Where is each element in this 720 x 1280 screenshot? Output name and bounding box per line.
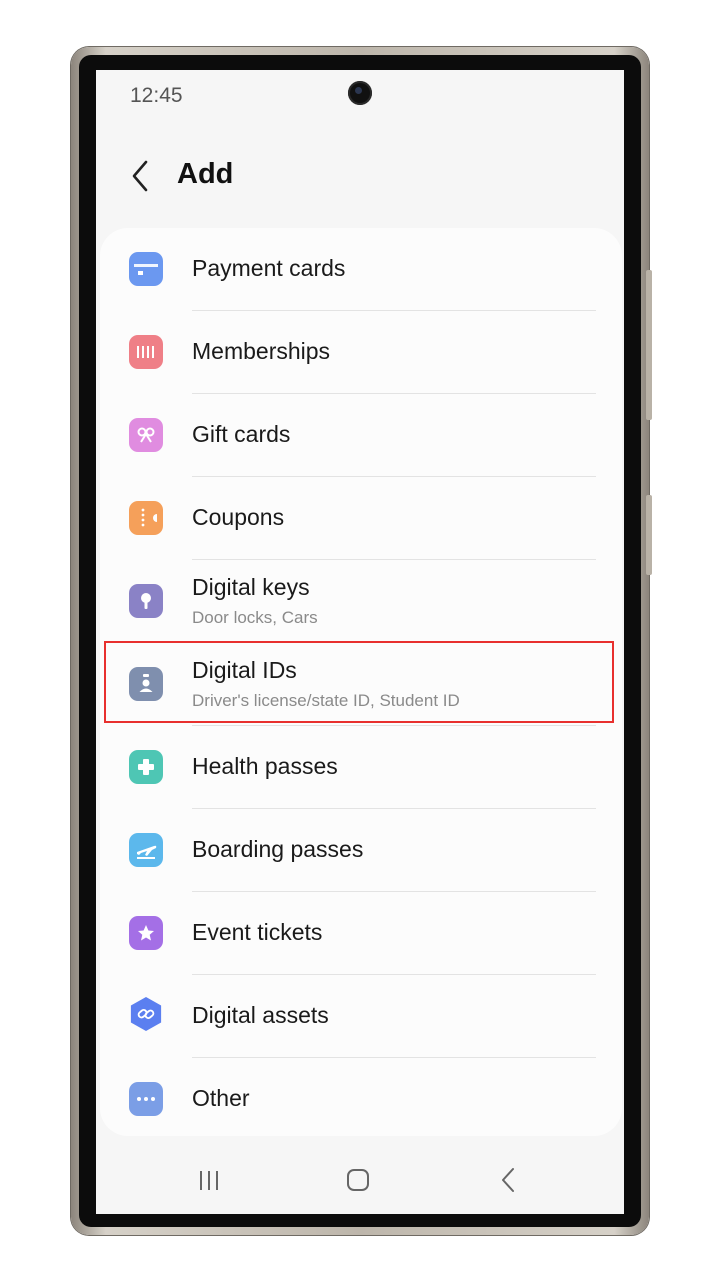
- item-label: Memberships: [192, 338, 331, 364]
- item-label: Digital IDs: [192, 657, 297, 683]
- home-button[interactable]: [338, 1160, 378, 1200]
- link-hexagon-icon: [129, 997, 163, 1031]
- list-item-digital-ids[interactable]: Digital IDs Driver's license/state ID, S…: [100, 643, 622, 726]
- item-label: Digital keys: [192, 574, 310, 600]
- home-icon: [347, 1169, 369, 1191]
- list-item-health-passes[interactable]: Health passes: [100, 726, 622, 809]
- front-camera: [348, 81, 372, 105]
- list-item-digital-keys[interactable]: Digital keys Door locks, Cars: [100, 560, 622, 643]
- id-badge-icon: [129, 667, 163, 701]
- membership-barcode-icon: [129, 335, 163, 369]
- list-item-event-tickets[interactable]: Event tickets: [100, 892, 622, 975]
- airplane-icon: [129, 833, 163, 867]
- item-label: Gift cards: [192, 421, 291, 447]
- nav-back-icon: [502, 1168, 514, 1192]
- recent-apps-button[interactable]: [189, 1160, 229, 1200]
- volume-button: [646, 270, 652, 420]
- list-item-gift-cards[interactable]: Gift cards: [100, 394, 622, 477]
- power-button: [646, 495, 652, 575]
- list-item-coupons[interactable]: Coupons: [100, 477, 622, 560]
- item-label: Digital assets: [192, 1002, 329, 1028]
- item-label: Payment cards: [192, 255, 346, 281]
- list-item-memberships[interactable]: Memberships: [100, 311, 622, 394]
- page-title: Add: [177, 158, 234, 190]
- health-cross-icon: [129, 750, 163, 784]
- card-icon: [129, 252, 163, 286]
- item-label: Coupons: [192, 504, 285, 530]
- list-item-payment-cards[interactable]: Payment cards: [100, 228, 622, 311]
- chevron-left-icon: [132, 160, 148, 192]
- more-dots-icon: [129, 1082, 163, 1116]
- item-subtitle: Driver's license/state ID, Student ID: [192, 691, 460, 710]
- list-item-boarding-passes[interactable]: Boarding passes: [100, 809, 622, 892]
- item-label: Event tickets: [192, 919, 323, 945]
- item-label: Health passes: [192, 753, 338, 779]
- item-label: Boarding passes: [192, 836, 364, 862]
- recent-apps-icon: [200, 1171, 218, 1190]
- gift-bow-icon: [129, 418, 163, 452]
- add-options-list: Payment cards Memberships Gift cards Cou…: [100, 228, 622, 1136]
- key-lock-icon: [129, 584, 163, 618]
- coupon-ticket-icon: [129, 501, 163, 535]
- status-time: 12:45: [130, 84, 183, 107]
- item-label: Other: [192, 1085, 250, 1111]
- item-subtitle: Door locks, Cars: [192, 608, 318, 627]
- list-item-digital-assets[interactable]: Digital assets: [100, 975, 622, 1058]
- back-button[interactable]: [126, 156, 156, 196]
- screen: 12:45 Add Payment cards Memberships Gift…: [96, 70, 624, 1214]
- nav-back-button[interactable]: [488, 1160, 528, 1200]
- list-item-other[interactable]: Other: [100, 1058, 622, 1141]
- star-ticket-icon: [129, 916, 163, 950]
